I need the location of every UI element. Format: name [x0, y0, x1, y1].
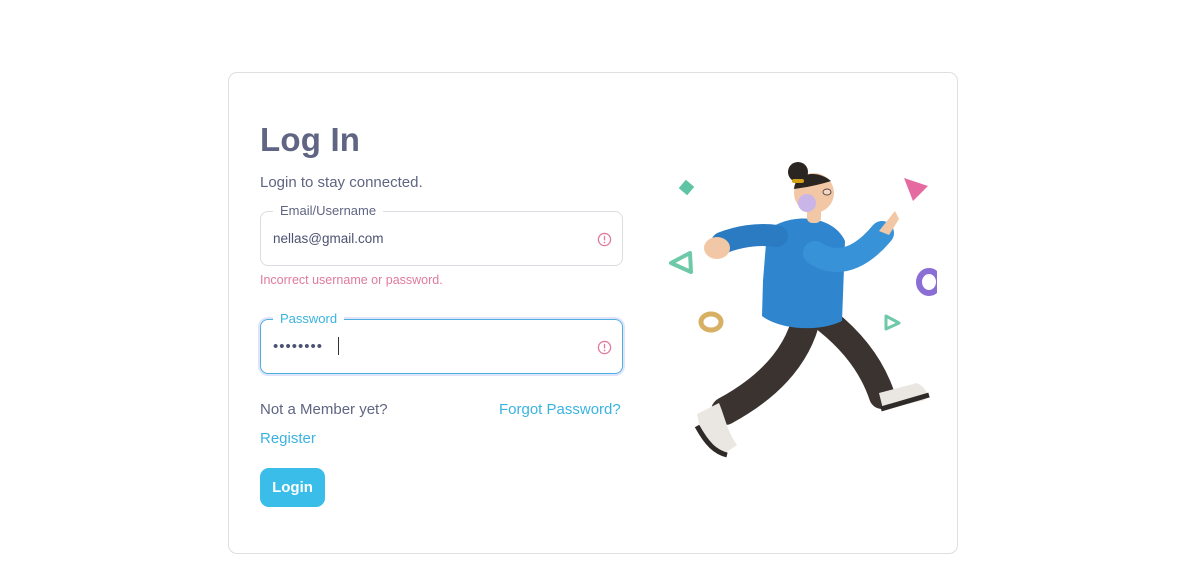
- forgot-password-link[interactable]: Forgot Password?: [499, 401, 621, 418]
- page-subtitle: Login to stay connected.: [260, 174, 423, 191]
- email-field[interactable]: Email/Username: [260, 202, 623, 266]
- page-title: Log In: [260, 121, 361, 158]
- password-field[interactable]: Password: [260, 310, 623, 374]
- login-error-message: Incorrect username or password.: [260, 273, 443, 287]
- password-input[interactable]: [273, 320, 583, 373]
- alert-circle-icon: [597, 232, 612, 247]
- login-card: Log In Login to stay connected. Email/Us…: [228, 72, 958, 554]
- email-input[interactable]: [273, 212, 583, 265]
- login-button[interactable]: Login: [260, 468, 325, 507]
- running-person-illustration: [669, 162, 937, 458]
- alert-circle-icon: [597, 340, 612, 355]
- not-member-text: Not a Member yet?: [260, 401, 388, 418]
- register-link[interactable]: Register: [260, 430, 316, 447]
- text-caret: [338, 337, 339, 355]
